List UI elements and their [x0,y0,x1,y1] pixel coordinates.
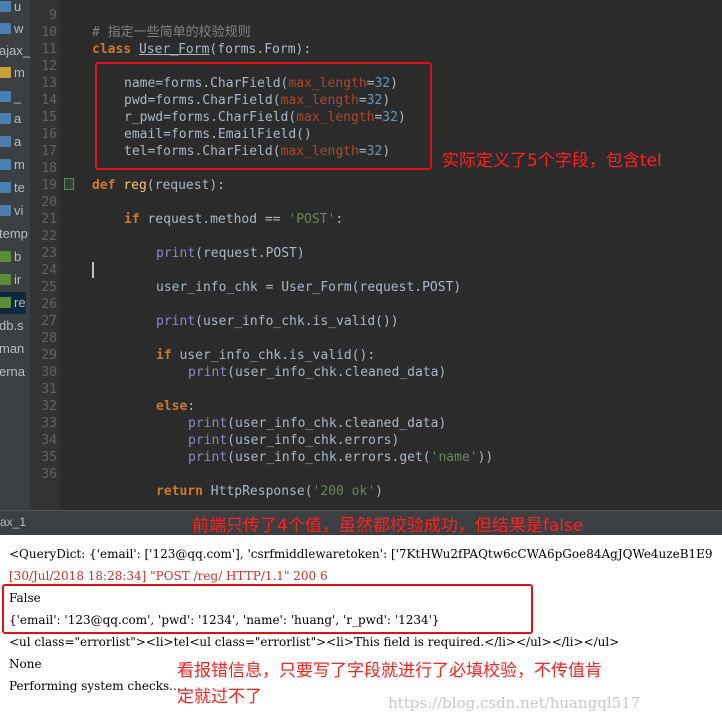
sidebar-item[interactable]: vi [0,200,23,222]
code-line: class User_Form(forms.Form): [92,42,312,57]
line-number: 23 [41,246,57,261]
code-line: def reg(request): [92,178,226,193]
annotation-fields: 实际定义了5个字段，包含tel [442,151,662,171]
line-number: 32 [41,399,57,414]
sidebar-item[interactable]: u [0,0,21,18]
line-number: 9 [49,8,57,23]
code-line: return HttpResponse('200 ok') [156,484,383,499]
python-file-icon [0,182,11,193]
line-number: 27 [41,314,57,329]
annotation-error-line2: 定就过不了 [177,687,262,707]
line-number: 17 [41,144,57,159]
line-number: 26 [41,297,57,312]
line-number: 33 [41,416,57,431]
line-number: 20 [41,195,57,210]
code-line: print(request.POST) [156,246,305,261]
annotation-box-result [2,584,533,634]
code-line: user_info_chk = User_Form(request.POST) [156,280,462,295]
code-line: # 指定一些简单的校验规则 [92,25,251,40]
code-line: print(user_info_chk.errors.get('name')) [188,450,494,465]
python-file-icon [0,159,11,170]
sidebar-item[interactable]: m [0,154,25,176]
sidebar-item[interactable]: ajax_ [0,40,30,62]
line-number: 22 [41,229,57,244]
python-file-icon [0,91,11,102]
line-number: 10 [41,25,57,40]
html-file-icon [0,297,11,308]
line-number: 14 [41,93,57,108]
run-tab[interactable]: ax_1 [0,515,26,529]
code-line: print(user_info_chk.is_valid()) [156,314,399,329]
console-line: [30/Jul/2018 18:28:34] "POST /reg/ HTTP/… [9,569,328,583]
line-number: 30 [41,365,57,380]
python-file-icon [0,23,11,34]
line-number: 18 [41,161,57,176]
line-number: 19 [41,178,57,193]
sidebar-item[interactable]: erna [0,361,25,383]
sidebar-item[interactable]: _ [0,86,21,108]
sidebar-item[interactable]: man [0,338,24,360]
line-number: 16 [41,127,57,142]
annotation-box-fields [95,62,432,170]
text-cursor [92,262,94,278]
project-sidebar: u w ajax_ m _ a a m te vi temp b ir re d… [0,0,30,510]
annotation-error-line1: 看报错信息，只要写了字段就进行了必填校验，不传值肯 [177,661,602,681]
sidebar-item[interactable]: m [0,62,25,84]
run-marker-icon[interactable] [64,178,74,190]
console-line: None [9,657,42,671]
annotation-frontend: 前端只传了4个值，虽然都校验成功，但结果是false [192,516,584,536]
sidebar-item[interactable]: a [0,108,21,130]
line-number: 15 [41,110,57,125]
line-number-gutter: 9 10 11 12 13 14 15 16 17 18 19 20 21 22… [30,0,60,510]
line-number: 31 [41,382,57,397]
sidebar-item[interactable]: w [0,18,23,40]
python-file-icon [0,113,11,124]
code-line: else: [156,399,196,414]
line-number: 36 [41,467,57,482]
line-number: 25 [41,280,57,295]
code-line: print(user_info_chk.cleaned_data) [188,416,447,431]
console-line: <ul class="errorlist"><li>tel<ul class="… [9,635,620,649]
sidebar-item[interactable]: a [0,131,21,153]
line-number: 35 [41,450,57,465]
html-file-icon [0,251,11,262]
console-line: <QueryDict: {'email': ['123@qq.com'], 'c… [9,547,713,561]
code-line: print(user_info_chk.cleaned_data) [188,365,447,380]
python-file-icon [0,136,11,147]
line-number: 21 [41,212,57,227]
code-line: print(user_info_chk.errors) [188,433,400,448]
sidebar-item[interactable]: temp [0,223,28,245]
marker-gutter [62,0,76,510]
line-number: 24 [41,263,57,278]
html-file-icon [0,274,11,285]
line-number: 13 [41,76,57,91]
folder-icon [0,67,11,78]
line-number: 34 [41,433,57,448]
python-file-icon [0,1,11,12]
watermark: https://blog.csdn.net/huangql517 [388,694,641,712]
sidebar-item-selected[interactable]: re [0,292,26,314]
sidebar-item[interactable]: b [0,246,21,268]
sidebar-item[interactable]: te [0,177,25,199]
line-number: 11 [41,42,57,57]
python-file-icon [0,205,11,216]
line-number: 28 [41,331,57,346]
sidebar-item[interactable]: ir [0,269,21,291]
sidebar-item[interactable]: db.s [0,315,24,337]
line-number: 12 [41,59,57,74]
code-line: if user_info_chk.is_valid(): [156,348,376,363]
console-line: Performing system checks... [9,679,181,693]
code-line: if request.method == 'POST': [124,212,344,227]
line-number: 29 [41,348,57,363]
